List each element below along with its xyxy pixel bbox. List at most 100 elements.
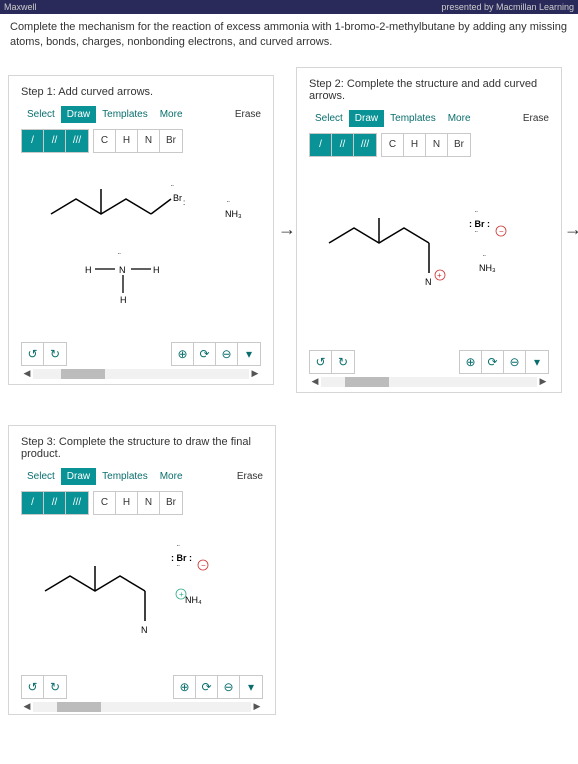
tab-draw[interactable]: Draw bbox=[349, 110, 384, 127]
tab-templates[interactable]: Templates bbox=[96, 468, 154, 485]
step1-scrollbar[interactable]: ◀ ▶ bbox=[21, 368, 261, 380]
scroll-left-icon[interactable]: ◀ bbox=[309, 376, 321, 388]
scroll-right-icon[interactable]: ▶ bbox=[249, 368, 261, 380]
tab-select[interactable]: Select bbox=[309, 110, 349, 127]
question-prompt: Complete the mechanism for the reaction … bbox=[0, 14, 578, 63]
reaction-arrow-2: → bbox=[566, 219, 578, 240]
tab-templates[interactable]: Templates bbox=[96, 106, 154, 123]
step1-panel: Step 1: Add curved arrows. Select Draw T… bbox=[8, 75, 274, 385]
triple-bond-tool[interactable]: /// bbox=[66, 492, 88, 514]
tab-select[interactable]: Select bbox=[21, 106, 61, 123]
zoom-fit-button[interactable]: ⟳ bbox=[194, 343, 216, 365]
step3-structure: N : Br : ¨ ¨ − NH₄ + bbox=[21, 521, 261, 671]
double-bond-tool[interactable]: // bbox=[44, 492, 66, 514]
atom-h-tool[interactable]: H bbox=[116, 492, 138, 514]
atom-c-tool[interactable]: C bbox=[94, 130, 116, 152]
tab-draw[interactable]: Draw bbox=[61, 468, 96, 485]
triple-bond-tool[interactable]: /// bbox=[354, 134, 376, 156]
br-ion: : Br : bbox=[171, 553, 192, 563]
step1-title: Step 1: Add curved arrows. bbox=[21, 86, 261, 98]
step2-canvas[interactable]: N + : Br : ¨ ¨ − NH₃ ¨ bbox=[309, 163, 549, 346]
single-bond-tool[interactable]: / bbox=[22, 492, 44, 514]
undo-button[interactable]: ↺ bbox=[22, 676, 44, 698]
step3-scrollbar[interactable]: ◀ ▶ bbox=[21, 701, 263, 713]
atom-tool-group: C H N Br bbox=[93, 129, 183, 153]
svg-text:¨: ¨ bbox=[475, 230, 478, 239]
single-bond-tool[interactable]: / bbox=[310, 134, 332, 156]
redo-button[interactable]: ↻ bbox=[44, 343, 66, 365]
step3-tabs: Select Draw Templates More bbox=[21, 468, 189, 485]
zoom-out-button[interactable]: ⊖ bbox=[504, 351, 526, 373]
triple-bond-tool[interactable]: /// bbox=[66, 130, 88, 152]
presented-by-label: presented by Macmillan Learning bbox=[441, 2, 574, 12]
zoom-in-button[interactable]: ⊕ bbox=[174, 676, 196, 698]
brand-label: Maxwell bbox=[4, 2, 37, 12]
scroll-right-icon[interactable]: ▶ bbox=[251, 701, 263, 713]
minus-charge-icon: − bbox=[201, 561, 206, 570]
atom-c-tool[interactable]: C bbox=[94, 492, 116, 514]
undo-button[interactable]: ↺ bbox=[310, 351, 332, 373]
step2-title: Step 2: Complete the structure and add c… bbox=[309, 78, 549, 102]
tab-more[interactable]: More bbox=[154, 106, 189, 123]
nh4-side: NH₄ bbox=[185, 595, 202, 605]
zoom-dropdown-icon[interactable]: ▾ bbox=[240, 676, 262, 698]
zoom-dropdown-icon[interactable]: ▾ bbox=[526, 351, 548, 373]
zoom-fit-button[interactable]: ⟳ bbox=[482, 351, 504, 373]
atom-n-tool[interactable]: N bbox=[426, 134, 448, 156]
reaction-arrow-1: → bbox=[278, 219, 296, 240]
h-left: H bbox=[85, 265, 92, 275]
zoom-fit-button[interactable]: ⟳ bbox=[196, 676, 218, 698]
atom-c-tool[interactable]: C bbox=[382, 134, 404, 156]
tab-more[interactable]: More bbox=[154, 468, 189, 485]
scroll-left-icon[interactable]: ◀ bbox=[21, 701, 33, 713]
single-bond-tool[interactable]: / bbox=[22, 130, 44, 152]
atom-h-tool[interactable]: H bbox=[404, 134, 426, 156]
step2-scrollbar[interactable]: ◀ ▶ bbox=[309, 376, 549, 388]
svg-text:¨: ¨ bbox=[177, 564, 180, 573]
n-attached: N bbox=[141, 625, 148, 635]
br-label: Br bbox=[173, 193, 182, 203]
tab-draw[interactable]: Draw bbox=[61, 106, 96, 123]
zoom-out-button[interactable]: ⊖ bbox=[216, 343, 238, 365]
step3-canvas[interactable]: N : Br : ¨ ¨ − NH₄ + bbox=[21, 521, 263, 671]
tab-templates[interactable]: Templates bbox=[384, 110, 442, 127]
atom-br-tool[interactable]: Br bbox=[160, 130, 182, 152]
plus-charge-icon: + bbox=[437, 271, 442, 280]
step1-structure: Br ¨ : NH₃ ¨ H N ¨ H H bbox=[21, 159, 261, 329]
erase-button[interactable]: Erase bbox=[237, 471, 263, 482]
undo-button[interactable]: ↺ bbox=[22, 343, 44, 365]
zoom-group: ⊕ ⟳ ⊖ ▾ bbox=[171, 342, 261, 366]
plus-charge-icon: + bbox=[179, 590, 184, 599]
tab-more[interactable]: More bbox=[442, 110, 477, 127]
atom-n-tool[interactable]: N bbox=[138, 492, 160, 514]
h-bottom: H bbox=[120, 295, 127, 305]
redo-button[interactable]: ↻ bbox=[332, 351, 354, 373]
scroll-right-icon[interactable]: ▶ bbox=[537, 376, 549, 388]
nh3-side: NH₃ bbox=[479, 263, 496, 273]
redo-button[interactable]: ↻ bbox=[44, 676, 66, 698]
step2-tabs: Select Draw Templates More bbox=[309, 110, 477, 127]
step1-canvas[interactable]: Br ¨ : NH₃ ¨ H N ¨ H H bbox=[21, 159, 261, 338]
atom-br-tool[interactable]: Br bbox=[448, 134, 470, 156]
zoom-in-button[interactable]: ⊕ bbox=[460, 351, 482, 373]
atom-br-tool[interactable]: Br bbox=[160, 492, 182, 514]
zoom-out-button[interactable]: ⊖ bbox=[218, 676, 240, 698]
bond-tool-group: / // /// bbox=[21, 129, 89, 153]
step2-panel: Step 2: Complete the structure and add c… bbox=[296, 67, 562, 393]
atom-h-tool[interactable]: H bbox=[116, 130, 138, 152]
zoom-in-button[interactable]: ⊕ bbox=[172, 343, 194, 365]
erase-button[interactable]: Erase bbox=[523, 113, 549, 124]
br-ion: : Br : bbox=[469, 219, 490, 229]
double-bond-tool[interactable]: // bbox=[44, 130, 66, 152]
scroll-left-icon[interactable]: ◀ bbox=[21, 368, 33, 380]
atom-n-tool[interactable]: N bbox=[138, 130, 160, 152]
svg-text:¨: ¨ bbox=[118, 252, 121, 261]
n-center: N bbox=[119, 265, 126, 275]
svg-text:¨: ¨ bbox=[475, 210, 478, 219]
svg-text:¨: ¨ bbox=[177, 544, 180, 553]
erase-button[interactable]: Erase bbox=[235, 109, 261, 120]
tab-select[interactable]: Select bbox=[21, 468, 61, 485]
zoom-dropdown-icon[interactable]: ▾ bbox=[238, 343, 260, 365]
svg-text:¨: ¨ bbox=[171, 184, 174, 193]
double-bond-tool[interactable]: // bbox=[332, 134, 354, 156]
